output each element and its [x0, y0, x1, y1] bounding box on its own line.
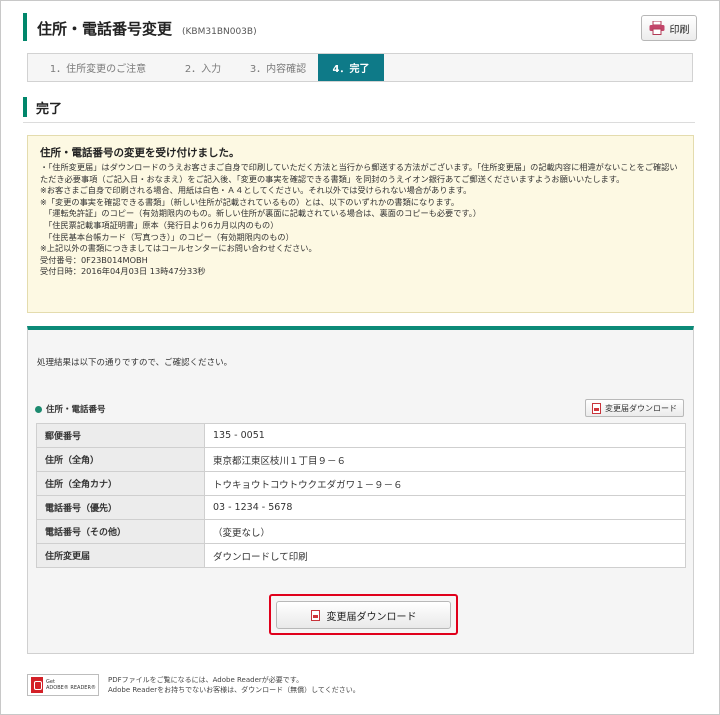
- section-divider: [23, 122, 695, 123]
- section-title: 完了: [36, 102, 63, 117]
- adobe-reader-icon: [31, 677, 43, 693]
- download-form-button-small[interactable]: 変更届ダウンロード: [585, 399, 684, 417]
- download-form-label: 変更届ダウンロード: [326, 611, 417, 623]
- step-complete: 4．完了: [318, 54, 384, 81]
- notice-line: 「住民票記載事項証明書」原本（発行日より6カ月以内のもの）: [40, 219, 279, 230]
- row-label: 郵便番号: [36, 423, 205, 448]
- get-adobe-reader-link[interactable]: Get ADOBE® READER®: [27, 674, 99, 696]
- footer: Get ADOBE® READER® PDFファイルをご覧になるには、Adobe…: [27, 674, 707, 698]
- row-label: 住所（全角）: [36, 447, 205, 472]
- notice-heading: 住所・電話番号の変更を受け付けました。: [40, 147, 240, 159]
- notice-line: ※上記以外の書類につきましてはコールセンターにお問い合わせください。: [40, 243, 317, 254]
- result-panel: 処理結果は以下の通りですので、ご確認ください。 住所・電話番号 変更届ダウンロー…: [27, 326, 694, 654]
- footer-note: PDFファイルをご覧になるには、Adobe Readerが必要です。 Adobe…: [108, 676, 360, 695]
- notice-line: 「住民基本台帳カード（写真つき）」のコピー（有効期限内のもの）: [40, 231, 294, 242]
- download-form-button[interactable]: 変更届ダウンロード: [276, 601, 451, 629]
- row-value: トウキョウトコウトウクエダガワ１－９－６: [204, 471, 686, 496]
- notice-line: 「運転免許証」のコピー（有効期限内のもの。新しい住所が裏面に記載されている場合は…: [40, 208, 482, 219]
- table-row: 郵便番号 135 - 0051: [36, 423, 686, 448]
- row-label: 電話番号（その他）: [36, 519, 205, 544]
- row-value: 東京都江東区枝川１丁目９－６: [204, 447, 686, 472]
- page-title: 住所・電話番号変更 (KBM31BN003B): [37, 18, 257, 39]
- footer-note-line1: PDFファイルをご覧になるには、Adobe Readerが必要です。: [108, 676, 304, 684]
- download-form-label-small: 変更届ダウンロード: [605, 403, 677, 413]
- result-subtitle-text: 住所・電話番号: [46, 405, 106, 415]
- reception-number: 受付番号：0F23B014MOBH: [40, 254, 148, 265]
- result-intro: 処理結果は以下の通りですので、ご確認ください。: [37, 358, 233, 368]
- print-label: 印刷: [669, 24, 690, 36]
- table-row: 住所（全角カナ） トウキョウトコウトウクエダガワ１－９－６: [36, 471, 686, 496]
- pdf-icon: [310, 609, 320, 621]
- download-highlight-frame: 変更届ダウンロード: [269, 594, 458, 635]
- title-accent-bar: [23, 13, 27, 41]
- progress-steps: 1．住所変更のご注意 2．入力 3．内容確認 4．完了: [27, 53, 693, 82]
- page-code: (KBM31BN003B): [182, 27, 257, 37]
- print-button[interactable]: 印刷: [641, 15, 697, 41]
- completion-notice: 住所・電話番号の変更を受け付けました。 ・「住所変更届」はダウンロードのうえお客…: [27, 135, 694, 313]
- notice-line: ※お客さまご自身で印刷される場合、用紙は白色・Ａ４としてください。それ以外では受…: [40, 185, 472, 196]
- page-header: 住所・電話番号変更 (KBM31BN003B) 印刷: [23, 13, 697, 43]
- notice-line: ※「変更の事実を確認できる書類」（新しい住所が記載されているもの）とは、以下のい…: [40, 196, 460, 207]
- row-value: ダウンロードして印刷: [204, 543, 686, 568]
- row-label: 電話番号（優先）: [36, 495, 205, 520]
- table-row: 電話番号（優先） 03 - 1234 - 5678: [36, 495, 686, 520]
- row-label: 住所（全角カナ）: [36, 471, 205, 496]
- table-row: 電話番号（その他） （変更なし）: [36, 519, 686, 544]
- adobe-badge-line2: ADOBE® READER®: [46, 685, 96, 691]
- step-notice: 1．住所変更のご注意: [49, 64, 147, 75]
- bullet-dot-icon: [35, 405, 42, 413]
- table-row: 住所変更届 ダウンロードして印刷: [36, 543, 686, 568]
- reception-datetime: 受付日時：2016年04月03日 13時47分33秒: [40, 266, 206, 277]
- section-accent-bar: [23, 97, 27, 117]
- row-label: 住所変更届: [36, 543, 205, 568]
- step-input: 2．入力: [184, 64, 222, 75]
- row-value: 135 - 0051: [204, 423, 686, 448]
- step-confirm: 3．内容確認: [249, 64, 307, 75]
- pdf-icon: [592, 402, 601, 414]
- footer-note-line2: Adobe Readerをお持ちでないお客様は、ダウンロード（無償）してください…: [108, 685, 360, 694]
- printer-icon: [649, 20, 665, 35]
- result-subtitle: 住所・電話番号: [35, 403, 106, 415]
- result-table: 郵便番号 135 - 0051 住所（全角） 東京都江東区枝川１丁目９－６ 住所…: [36, 423, 686, 568]
- page-title-text: 住所・電話番号変更: [37, 20, 173, 38]
- page-frame: 住所・電話番号変更 (KBM31BN003B) 印刷 1．住所変更のご注意 2．入…: [0, 0, 720, 715]
- row-value: （変更なし）: [204, 519, 686, 544]
- adobe-badge-text: Get ADOBE® READER®: [46, 679, 96, 691]
- table-row: 住所（全角） 東京都江東区枝川１丁目９－６: [36, 447, 686, 472]
- notice-paragraph: ・「住所変更届」はダウンロードのうえお客さまご自身で印刷していただく方法と当行か…: [40, 162, 678, 184]
- row-value: 03 - 1234 - 5678: [204, 495, 686, 520]
